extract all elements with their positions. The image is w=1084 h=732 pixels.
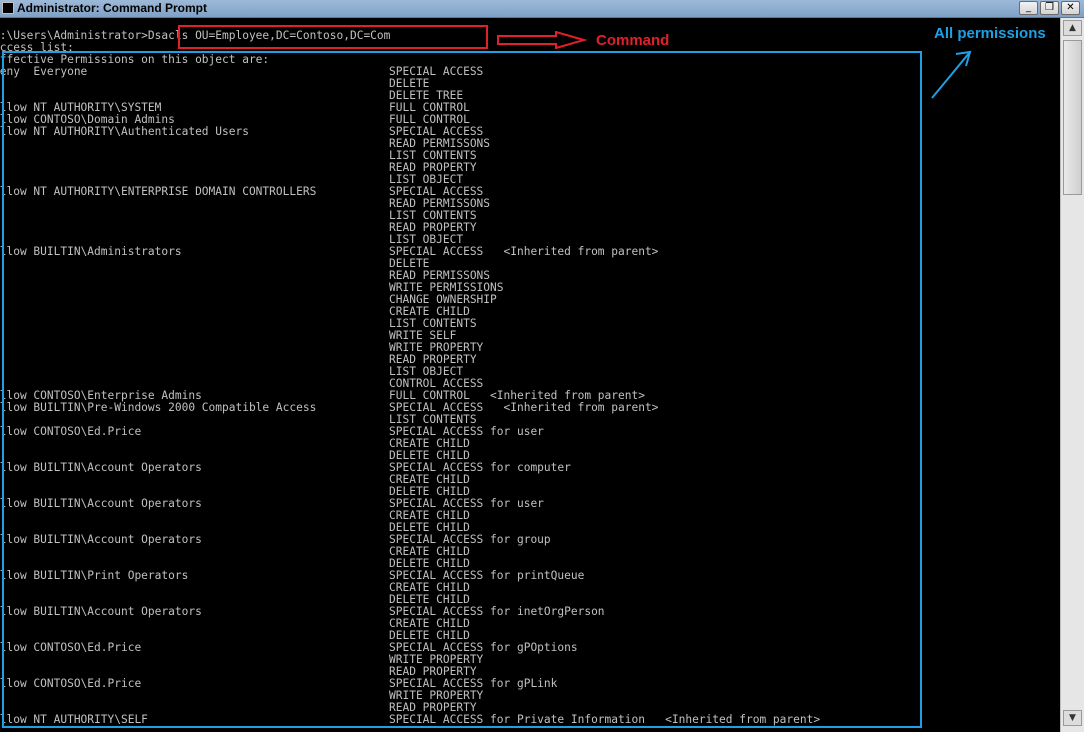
- all-permissions-label: All permissions: [934, 25, 1046, 42]
- command-highlight-box: [178, 25, 488, 49]
- maximize-button[interactable]: ❐: [1040, 1, 1059, 15]
- window-title: Administrator: Command Prompt: [17, 1, 208, 15]
- minimize-button[interactable]: _: [1019, 1, 1038, 15]
- title-bar[interactable]: Administrator: Command Prompt _ ❐ ✕: [0, 0, 1084, 18]
- permissions-arrow-icon: [931, 50, 972, 99]
- scroll-up-icon[interactable]: ▲: [1063, 20, 1082, 36]
- close-button[interactable]: ✕: [1061, 1, 1080, 15]
- vertical-scrollbar[interactable]: ▲ ▼: [1060, 18, 1084, 732]
- cmd-app-icon[interactable]: [2, 2, 14, 14]
- command-label: Command: [596, 32, 670, 49]
- command-arrow-icon: [497, 31, 588, 49]
- scroll-thumb[interactable]: [1063, 40, 1082, 195]
- scroll-down-icon[interactable]: ▼: [1063, 710, 1082, 726]
- permissions-highlight-box: [2, 51, 922, 728]
